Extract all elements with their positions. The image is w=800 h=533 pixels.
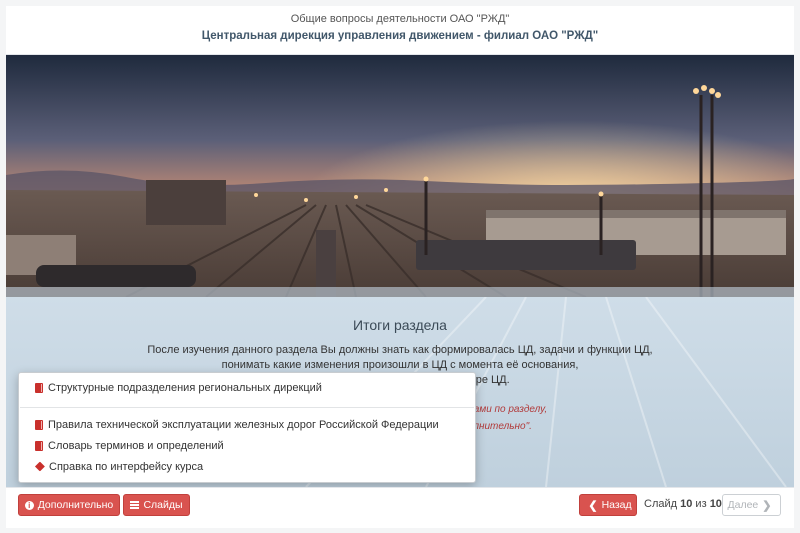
summary-line: понимать какие изменения произошли в ЦД … <box>221 359 579 371</box>
menu-divider <box>20 407 474 408</box>
slide-current: 10 <box>680 498 693 510</box>
menu-item-structural-units[interactable]: Структурные подразделения региональных д… <box>35 382 322 394</box>
menu-item-label: Структурные подразделения региональных д… <box>48 382 322 394</box>
more-button[interactable]: i Дополнительно <box>18 494 120 516</box>
chevron-right-icon: ❯ <box>762 499 772 512</box>
book-icon <box>35 441 43 451</box>
menu-item-label: Словарь терминов и определений <box>48 440 224 452</box>
info-icon: i <box>24 500 34 510</box>
course-subtitle: Общие вопросы деятельности ОАО "РЖД" <box>290 13 510 25</box>
menu-item-technical-rules[interactable]: Правила технической эксплуатации железны… <box>35 419 439 431</box>
book-icon <box>35 383 43 393</box>
tag-icon <box>35 463 44 472</box>
slide-counter: Слайд 10 из 10 <box>644 498 722 510</box>
menu-item-label: Справка по интерфейсу курса <box>49 461 204 473</box>
next-button-label: Далее <box>727 499 759 511</box>
course-window: Общие вопросы деятельности ОАО "РЖД" Цен… <box>0 0 800 533</box>
summary-line: После изучения данного раздела Вы должны… <box>147 344 653 356</box>
header: Общие вопросы деятельности ОАО "РЖД" Цен… <box>6 6 794 55</box>
slide-total: 10 <box>709 498 722 510</box>
book-icon <box>35 420 43 430</box>
hero-image <box>6 55 794 297</box>
chevron-left-icon: ❮ <box>588 499 598 512</box>
section-title: Итоги раздела <box>353 317 447 333</box>
slides-button-label: Слайды <box>143 499 183 511</box>
slides-button[interactable]: Слайды <box>123 494 190 516</box>
next-button[interactable]: Далее ❯ <box>722 494 781 516</box>
menu-item-interface-help[interactable]: Справка по интерфейсу курса <box>35 461 203 473</box>
menu-item-glossary[interactable]: Словарь терминов и определений <box>35 440 224 452</box>
menu-item-label: Правила технической эксплуатации железны… <box>48 419 439 431</box>
back-button[interactable]: ❮ Назад <box>579 494 637 516</box>
railway-yard-sunset-image <box>6 55 794 297</box>
back-button-label: Назад <box>601 499 632 511</box>
more-button-label: Дополнительно <box>37 499 114 511</box>
list-icon <box>130 501 140 509</box>
course-title: Центральная дирекция управления движение… <box>201 30 599 42</box>
footer-nav: i Дополнительно Слайды ❮ Назад Слайд 10 … <box>6 487 794 528</box>
additional-materials-menu: Структурные подразделения региональных д… <box>18 372 476 483</box>
